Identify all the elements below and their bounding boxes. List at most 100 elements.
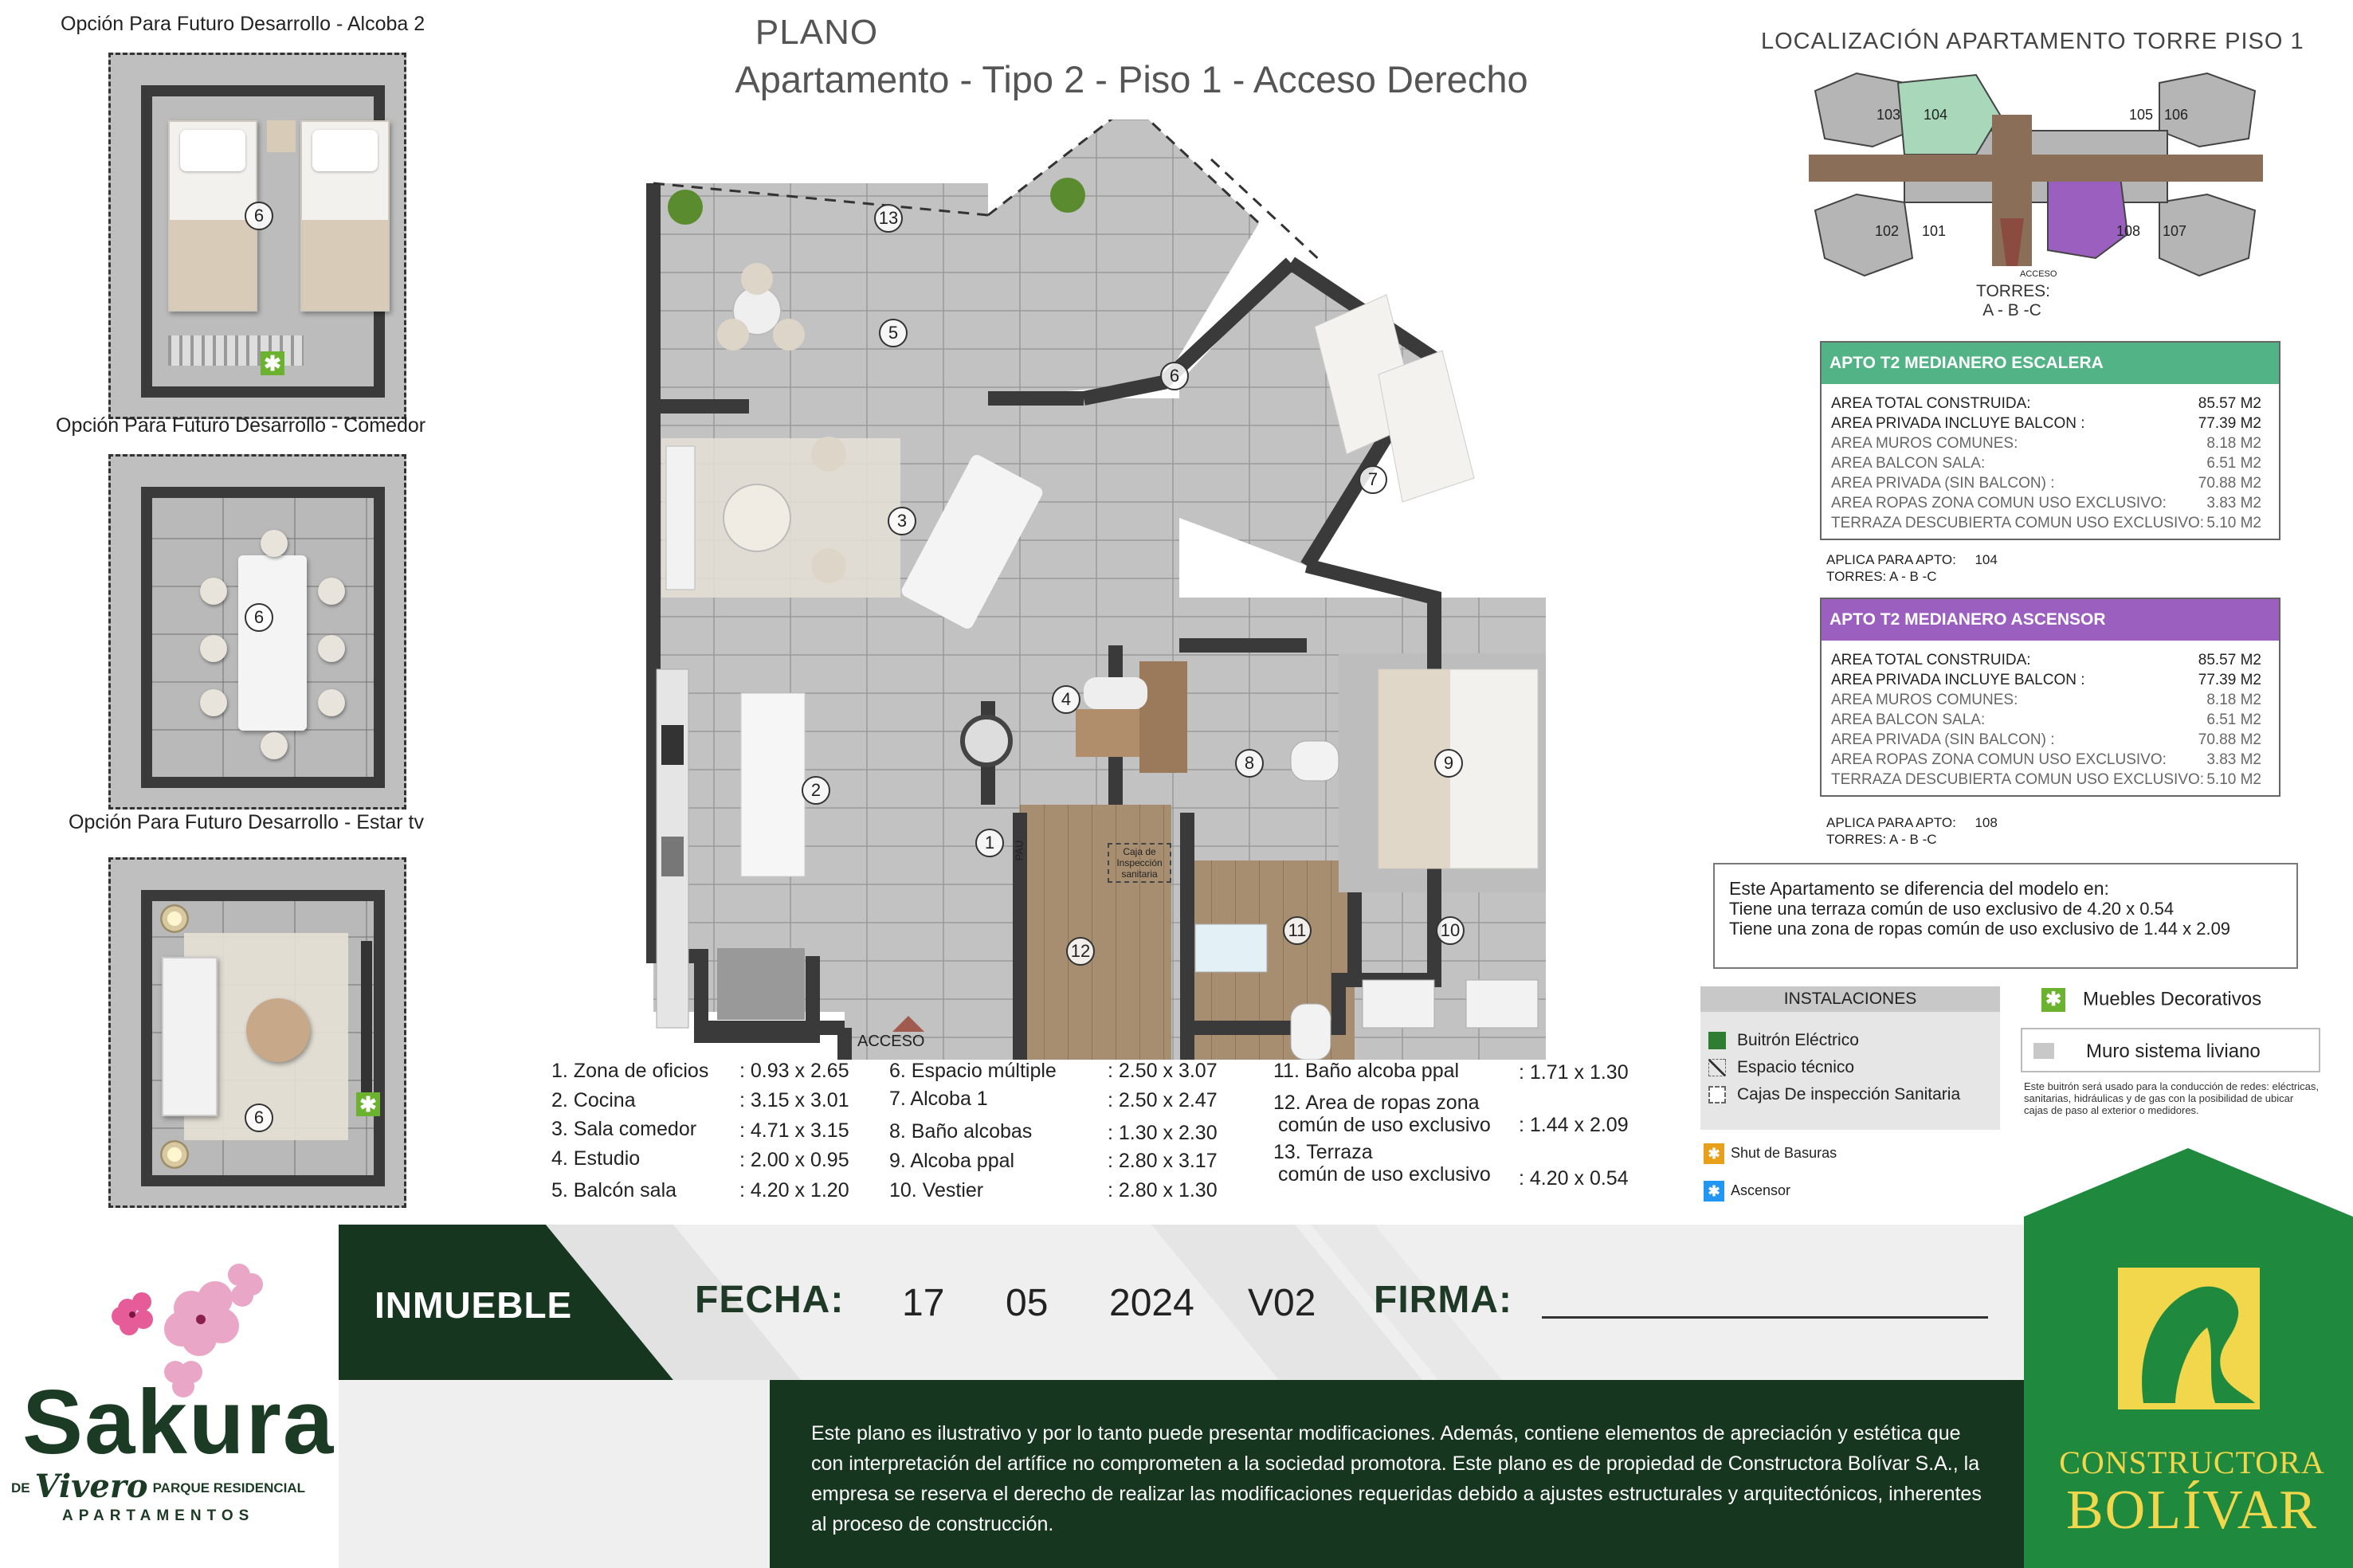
muebles-legend: ✱ Muebles Decorativos: [2041, 988, 2261, 1012]
muro-legend: Muro sistema liviano: [2021, 1028, 2320, 1072]
difference-note: Este Apartamento se diferencia del model…: [1713, 863, 2298, 969]
plan-room-2: 2: [802, 776, 830, 805]
shut-icon: ✱: [1704, 1143, 1724, 1164]
room-dim: : 2.80 x 1.30: [1108, 1179, 1218, 1201]
version: V02: [1248, 1282, 1316, 1324]
unit-105: 105: [2129, 107, 2154, 123]
decorative-furniture-icon: ✱: [261, 351, 284, 375]
room-name: 7. Alcoba 1: [889, 1088, 988, 1110]
location-title: LOCALIZACIÓN APARTAMENTO TORRE PISO 1: [1761, 29, 2304, 54]
sakura-logo: Sakura: [22, 1372, 335, 1473]
area-table-ascensor: APTO T2 MEDIANERO ASCENSOR AREA TOTAL CO…: [1820, 598, 2280, 797]
unit-108: 108: [2116, 223, 2141, 239]
room-name: 13. Terraza: [1273, 1141, 1373, 1163]
room-number: 6: [245, 202, 273, 230]
plan-room-4: 4: [1052, 685, 1080, 714]
room-number: 6: [245, 1103, 273, 1132]
fecha-label: FECHA:: [695, 1279, 845, 1321]
room-name: 6. Espacio múltiple: [889, 1060, 1057, 1082]
vivero-line: DE Vivero PARQUE RESIDENCIAL: [11, 1468, 306, 1505]
plan-room-13: 13: [874, 204, 903, 233]
room-name-line2: común de uso exclusivo: [1278, 1114, 1491, 1136]
plan-room-7: 7: [1359, 465, 1387, 494]
unit-103: 103: [1877, 107, 1901, 123]
plan-room-3: 3: [888, 507, 916, 535]
plan-subtitle: Apartamento - Tipo 2 - Piso 1 - Acceso D…: [735, 58, 1528, 100]
room-name-line2: común de uso exclusivo: [1278, 1163, 1491, 1186]
room-name: 11. Baño alcoba ppal: [1273, 1060, 1460, 1082]
inspection-box-label: Caja de Inspección sanitaria: [1108, 843, 1171, 883]
option-plan-comedor: 6: [108, 454, 406, 809]
option-plan-alcoba: ✱ 6: [108, 53, 406, 419]
shut-legend: ✱ Shut de Basuras: [1704, 1143, 1837, 1164]
room-name: 3. Sala comedor: [551, 1118, 697, 1140]
room-dim: : 2.50 x 3.07: [1108, 1060, 1218, 1082]
room-dim: : 0.93 x 2.65: [739, 1060, 849, 1082]
buitron-note: Este buitrón será usado para la conducci…: [2024, 1080, 2319, 1116]
decorative-furniture-icon: ✱: [356, 1092, 380, 1116]
installations-title: INSTALACIONES: [1700, 986, 2000, 1012]
plan-room-5: 5: [879, 319, 908, 347]
location-access: ACCESO: [2020, 269, 2057, 279]
plan-room-12: 12: [1066, 937, 1095, 966]
room-dim: : 2.50 x 2.47: [1108, 1089, 1218, 1111]
access-label: ACCESO: [857, 1033, 925, 1050]
room-dim: : 4.20 x 0.54: [1519, 1167, 1629, 1190]
room-name: 1. Zona de oficios: [551, 1060, 709, 1082]
room-dim: : 3.15 x 3.01: [739, 1089, 849, 1111]
caja-swatch: [1708, 1086, 1726, 1104]
decorative-furniture-icon: ✱: [2041, 988, 2065, 1012]
firma-label: FIRMA:: [1374, 1279, 1512, 1321]
option-plan-estar: ✱ 6: [108, 857, 406, 1208]
fecha-month: 05: [1006, 1282, 1049, 1324]
inmueble-label: INMUEBLE: [375, 1284, 573, 1326]
muro-swatch: [2033, 1043, 2054, 1059]
room-dim: : 4.71 x 3.15: [739, 1119, 849, 1142]
bed-right: [300, 120, 390, 312]
area-table-escalera: APTO T2 MEDIANERO ESCALERA AREA TOTAL CO…: [1820, 341, 2280, 540]
room-name: 4. Estudio: [551, 1147, 641, 1170]
plan-room-1: 1: [975, 829, 1004, 857]
espacio-tecnico-swatch: [1708, 1059, 1726, 1077]
room-name: 10. Vestier: [889, 1179, 984, 1201]
option-title-comedor: Opción Para Futuro Desarrollo - Comedor: [56, 414, 426, 437]
unit-106: 106: [2164, 107, 2189, 123]
pau-label: PAU: [1013, 840, 1026, 861]
unit-107: 107: [2163, 223, 2187, 239]
fecha-day: 17: [902, 1282, 945, 1324]
location-torres: TORRES: A - B -C: [1976, 282, 2050, 319]
fecha-year: 2024: [1109, 1282, 1194, 1324]
room-name: 2. Cocina: [551, 1089, 636, 1111]
unit-104: 104: [1924, 107, 1948, 123]
installations-legend: INSTALACIONES Buitrón Eléctrico Espacio …: [1700, 986, 2000, 1130]
room-dim: : 4.20 x 1.20: [739, 1179, 849, 1201]
option-title-alcoba: Opción Para Futuro Desarrollo - Alcoba 2: [61, 13, 426, 35]
disclaimer: Este plano es ilustrativo y por lo tanto…: [770, 1380, 2024, 1568]
option-title-estar: Opción Para Futuro Desarrollo - Estar tv: [69, 811, 424, 833]
room-name: 5. Balcón sala: [551, 1179, 677, 1201]
room-number: 6: [245, 603, 273, 632]
elevator-icon: ✱: [1704, 1181, 1724, 1201]
plan-room-6: 6: [1160, 362, 1189, 390]
room-name: 12. Area de ropas zona: [1273, 1092, 1480, 1114]
room-dim: : 1.30 x 2.30: [1108, 1122, 1218, 1144]
plan-room-9: 9: [1434, 749, 1463, 778]
constructora-label: CONSTRUCTORA: [2059, 1445, 2325, 1480]
room-dim: : 2.80 x 3.17: [1108, 1150, 1218, 1172]
plan-room-11: 11: [1283, 916, 1312, 945]
plan-title: PLANO: [755, 13, 879, 52]
bolivar-label: BOLÍVAR: [2065, 1480, 2319, 1541]
room-dim: : 2.00 x 0.95: [739, 1149, 849, 1171]
ascensor-legend: ✱ Ascensor: [1704, 1181, 1790, 1201]
area-table-header: APTO T2 MEDIANERO ASCENSOR: [1822, 599, 2279, 641]
room-dim: : 1.44 x 2.09: [1519, 1114, 1629, 1136]
floor-plan: [646, 120, 1546, 1060]
buitron-swatch: [1708, 1032, 1726, 1050]
apartamentos-label: APARTAMENTOS: [62, 1507, 255, 1524]
plan-room-8: 8: [1235, 749, 1264, 778]
unit-101: 101: [1922, 223, 1947, 239]
signature-line: [1542, 1316, 1988, 1319]
room-name: 9. Alcoba ppal: [889, 1150, 1015, 1172]
apply-apto-104: APLICA PARA APTO: 104 TORRES: A - B -C: [1826, 552, 1998, 584]
unit-102: 102: [1875, 223, 1900, 239]
